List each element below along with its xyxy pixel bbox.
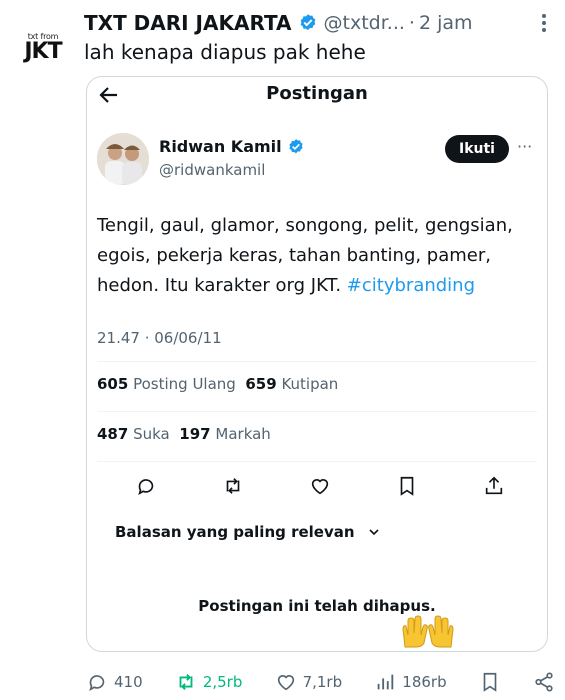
quotes-label[interactable]: Kutipan [281,375,338,393]
reply-icon [89,675,105,692]
views-button[interactable]: 186rb [374,671,447,693]
repost-button[interactable]: 2,5rb [175,671,243,693]
reply-button[interactable]: 410 [86,671,143,693]
author-avatar[interactable] [97,133,149,185]
post-body: Tengil, gaul, glamor, songong, pelit, ge… [97,211,537,301]
repost-count: 2,5rb [202,673,243,691]
divider [97,461,537,462]
bookmark-icon[interactable] [394,473,420,499]
display-name[interactable]: TXT DARI JAKARTA [84,11,292,35]
bookmark-icon [483,672,497,692]
reply-sort-dropdown[interactable]: Balasan yang paling relevan [115,523,381,541]
quotes-count[interactable]: 659 [245,375,276,393]
bookmarks-count[interactable]: 197 [179,425,210,443]
tweet-text: lah kenapa diapus pak hehe [84,40,366,64]
follow-button[interactable]: Ikuti [445,135,509,163]
like-count: 7,1rb [302,673,343,691]
share-button[interactable] [533,671,555,693]
avatar-logo-text: JKT [24,38,62,64]
author-name-row: Ridwan Kamil [159,137,305,156]
quoted-post-card[interactable]: Postingan Ridwan Kamil @ridwankamil Ikut… [86,76,548,652]
divider [97,361,537,362]
reply-icon[interactable] [133,473,159,499]
more-vertical-icon[interactable] [541,13,547,33]
tweet-action-bar: 410 2,5rb 7,1rb 186rb [86,668,555,696]
post-action-bar [97,473,537,503]
handle[interactable]: @txtdr... [324,12,405,34]
views-count: 186rb [402,673,447,691]
repost-stats-row: 605 Posting Ulang 659 Kutipan [97,375,338,393]
verified-badge-icon [289,138,303,153]
hashtag-link[interactable]: #citybranding [347,275,475,296]
chevron-down-icon [368,529,379,536]
share-icon [535,672,553,692]
sort-label: Balasan yang paling relevan [115,523,355,541]
tweet-header: TXT DARI JAKARTA @txtdr... · 2 jam [84,8,551,38]
author-name[interactable]: Ridwan Kamil [159,137,282,156]
reposts-label[interactable]: Posting Ulang [133,375,236,393]
post-timestamp[interactable]: 21.47 · 06/06/11 [97,329,222,347]
like-icon [277,675,294,691]
verified-badge-icon [300,14,315,31]
likes-count[interactable]: 487 [97,425,128,443]
card-top-bar: Postingan [87,77,547,113]
reposts-count[interactable]: 605 [97,375,128,393]
repost-icon[interactable] [220,473,246,499]
more-horizontal-icon[interactable]: ··· [517,137,532,156]
like-icon[interactable] [307,473,333,499]
deleted-notice: Postingan ini telah dihapus. [198,597,436,615]
timestamp[interactable]: 2 jam [419,12,473,34]
author-handle[interactable]: @ridwankamil [159,161,265,179]
reply-count: 410 [114,673,143,691]
share-icon[interactable] [481,473,507,499]
repost-icon [179,674,193,690]
separator-dot: · [408,12,415,34]
account-avatar[interactable]: txt from JKT [14,18,72,76]
raised-hands-emoji-icon [402,615,454,648]
divider [97,411,537,412]
like-button[interactable]: 7,1rb [275,671,343,693]
bookmark-button[interactable] [479,671,501,693]
likes-label[interactable]: Suka [133,425,170,443]
page-title: Postingan [266,83,368,104]
like-stats-row: 487 Suka 197 Markah [97,425,271,443]
bookmarks-label[interactable]: Markah [215,425,270,443]
views-bar-chart-icon [377,674,394,690]
